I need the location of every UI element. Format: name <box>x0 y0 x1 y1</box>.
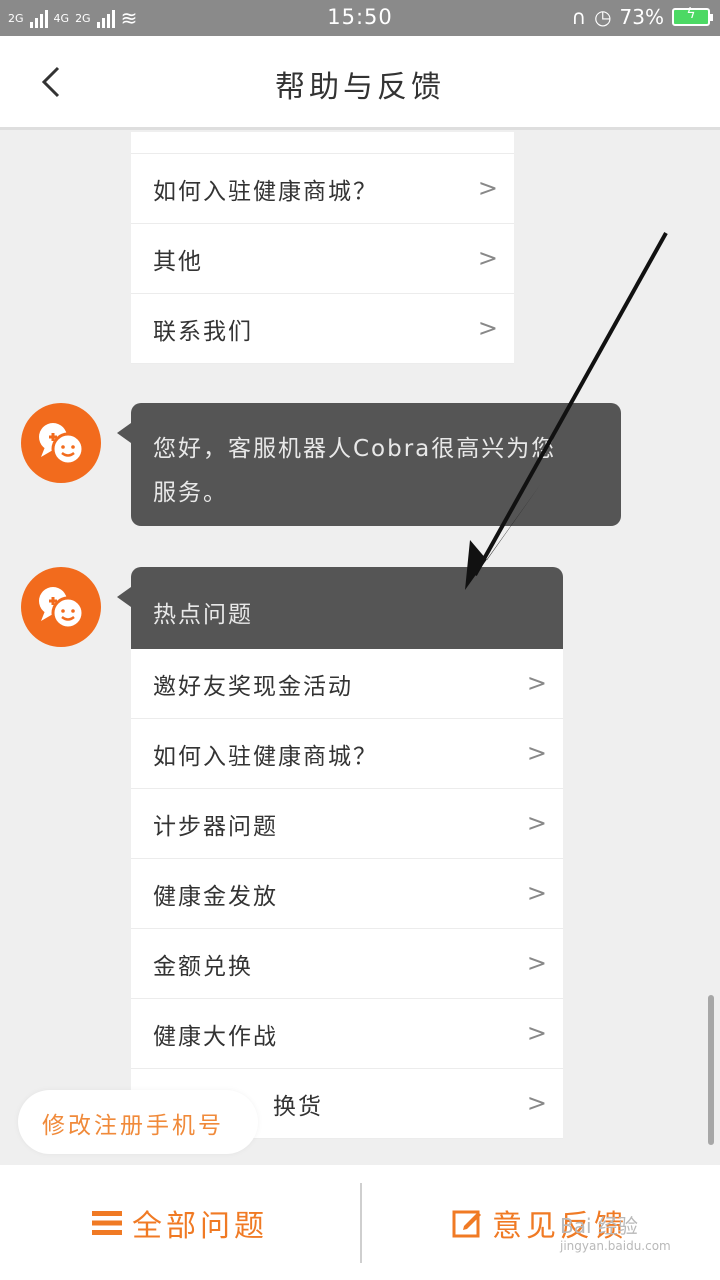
list-item[interactable]: 如何入驻健康商城？ > <box>131 719 563 789</box>
chevron-right-icon: > <box>526 949 549 977</box>
all-questions-label: 全部问题 <box>132 1209 268 1244</box>
watermark-brand: Bai 经验 <box>560 1214 638 1238</box>
list-item-label: 联系我们 <box>153 318 253 345</box>
scrollbar[interactable] <box>708 995 714 1145</box>
all-questions-button[interactable]: 全部问题 <box>92 1201 268 1245</box>
list-item-label: 如何入驻健康商城？ <box>153 743 378 770</box>
list-item[interactable]: 如何入驻健康商城？ > <box>131 154 514 224</box>
list-item-partial <box>131 132 514 154</box>
chevron-right-icon: > <box>526 1089 549 1117</box>
alarm-icon: ◷ <box>594 5 612 29</box>
headset-icon: ∩ <box>571 5 587 29</box>
list-item[interactable]: 其他 > <box>131 224 514 294</box>
change-phone-shortcut[interactable]: 修改注册手机号 <box>18 1090 258 1154</box>
chevron-right-icon: > <box>477 174 500 202</box>
status-bar: 2G 4G 2G ≋ 15:50 ∩ ◷ 73% ϟ <box>0 0 720 36</box>
chevron-right-icon: > <box>526 809 549 837</box>
list-item-label: 邀好友奖现金活动 <box>153 673 353 700</box>
list-item[interactable]: 健康金发放 > <box>131 859 563 929</box>
greeting-text-line1: 您好，客服机器人Cobra很高兴为您 <box>153 436 557 462</box>
list-item-label: 健康金发放 <box>153 883 278 910</box>
bot-avatar <box>21 403 101 483</box>
list-item[interactable]: 金额兑换 > <box>131 929 563 999</box>
watermark-url: jingyan.baidu.com <box>560 1239 671 1253</box>
hot-topics-list: 邀好友奖现金活动 > 如何入驻健康商城？ > 计步器问题 > 健康金发放 > 金额兑换 >… <box>131 649 563 1139</box>
chevron-right-icon: > <box>526 1019 549 1047</box>
list-item[interactable]: 计步器问题 > <box>131 789 563 859</box>
list-item[interactable]: 健康大作战 > <box>131 999 563 1069</box>
list-item-label: 金额兑换 <box>153 953 253 980</box>
chevron-right-icon: > <box>526 739 549 767</box>
page-title: 帮助与反馈 <box>275 70 445 105</box>
greeting-text-line2: 服务。 <box>153 480 228 506</box>
chat-bot-icon <box>39 587 85 630</box>
chevron-right-icon: > <box>526 669 549 697</box>
chevron-right-icon: > <box>526 879 549 907</box>
edit-icon <box>452 1210 481 1238</box>
list-item[interactable]: 邀好友奖现金活动 > <box>131 649 563 719</box>
list-item-label: 其他 <box>153 248 203 275</box>
chevron-right-icon: > <box>477 314 500 342</box>
hot-topics-title: 热点问题 <box>153 602 253 628</box>
greeting-bubble: 您好，客服机器人Cobra很高兴为您 服务。 <box>117 403 621 526</box>
battery-icon: ϟ <box>672 6 713 26</box>
chat-bot-icon <box>39 423 85 466</box>
chevron-right-icon: > <box>477 244 500 272</box>
watermark: Bai 经验 jingyan.baidu.com <box>560 1210 671 1253</box>
hot-topics-header: 热点问题 <box>117 567 563 649</box>
header: 帮助与反馈 <box>0 36 720 130</box>
battery-percent: 73% <box>619 5 664 29</box>
charging-icon: ϟ <box>686 6 696 22</box>
list-item-label: 健康大作战 <box>153 1023 278 1050</box>
list-item[interactable]: 联系我们 > <box>131 294 514 364</box>
bot-avatar <box>21 567 101 647</box>
list-item-label: 计步器问题 <box>153 813 278 840</box>
menu-icon <box>92 1211 122 1235</box>
status-right: ∩ ◷ 73% ϟ <box>571 5 713 29</box>
list-item-label: 如何入驻健康商城？ <box>153 178 378 205</box>
bottom-divider <box>360 1183 362 1263</box>
top-question-list: 如何入驻健康商城？ > 其他 > 联系我们 > <box>131 132 514 364</box>
